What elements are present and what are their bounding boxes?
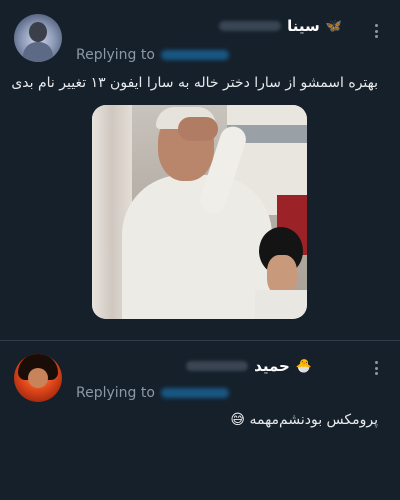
tweet-text: بهتره اسمشو از سارا دختر خاله به سارا ای… [11, 75, 378, 91]
avatar-body [23, 42, 53, 62]
reply-tweet[interactable]: حمید 🐣 Replying to پرومکس بودنشم‌مهمه 😅 [0, 340, 400, 500]
replying-to-label: Replying to [76, 385, 155, 401]
image-man-hand [178, 117, 218, 141]
username-handle-blurred[interactable] [219, 21, 282, 31]
username-handle-blurred[interactable] [186, 361, 249, 371]
butterfly-icon: 🦋 [325, 18, 342, 34]
avatar-face [28, 368, 48, 388]
avatar[interactable] [14, 14, 62, 62]
image-child-shirt [255, 290, 307, 319]
tweet-text: پرومکس بودنشم‌مهمه 😅 [230, 412, 378, 428]
image-man-body [122, 175, 272, 319]
more-options-icon[interactable] [374, 361, 378, 375]
tweet-header: حمید 🐣 [186, 356, 312, 376]
mention-link-blurred[interactable] [160, 50, 229, 60]
replying-to: Replying to [76, 46, 229, 64]
replying-to-label: Replying to [76, 47, 155, 63]
display-name[interactable]: سینا [287, 17, 320, 35]
chick-icon: 🐣 [295, 358, 312, 374]
display-name[interactable]: حمید [254, 357, 290, 375]
mention-link-blurred[interactable] [160, 388, 229, 398]
image-child-face [267, 255, 297, 295]
tweet-header: سینا 🦋 [219, 16, 342, 36]
more-options-icon[interactable] [374, 24, 378, 38]
tweet-media-image[interactable] [92, 105, 307, 319]
reply-tweet[interactable]: سینا 🦋 Replying to بهتره اسمشو از سارا د… [0, 0, 400, 340]
avatar[interactable] [14, 354, 62, 402]
avatar-head [29, 22, 47, 42]
replying-to: Replying to [76, 384, 229, 402]
